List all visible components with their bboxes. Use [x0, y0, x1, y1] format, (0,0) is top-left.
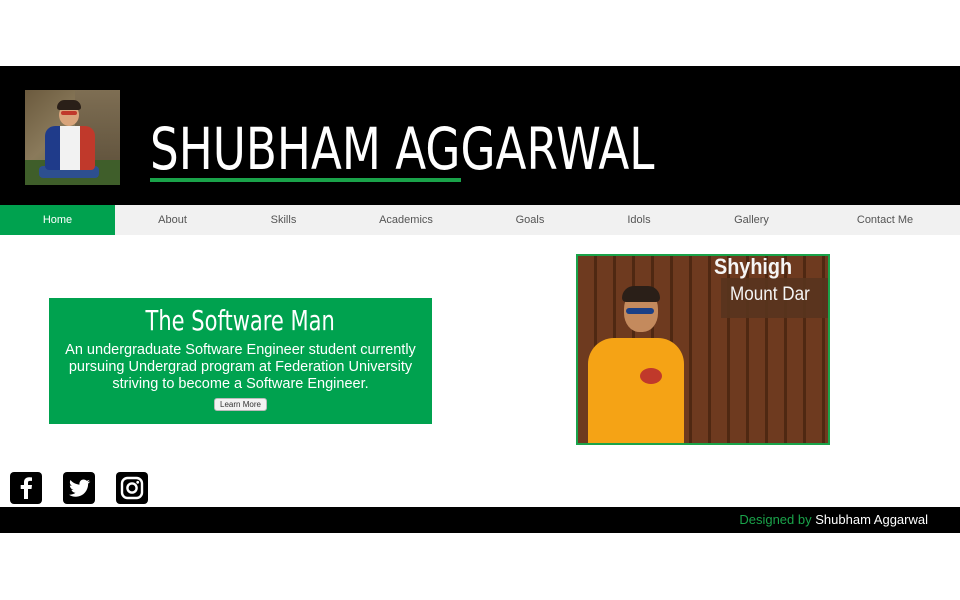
- photo-sign-text-top: Shyhigh: [714, 254, 793, 279]
- nav-item-academics[interactable]: Academics: [337, 205, 475, 235]
- avatar-person-sunglasses: [61, 111, 77, 115]
- nav-item-contact-me[interactable]: Contact Me: [810, 205, 960, 235]
- nav-item-home[interactable]: Home: [0, 205, 115, 235]
- profile-avatar: [25, 90, 120, 185]
- photo-shirt-logo: [640, 368, 662, 384]
- avatar-person-hair: [57, 100, 81, 110]
- facebook-icon[interactable]: [10, 472, 42, 504]
- photo-sign-text: Mount Dar: [730, 284, 810, 305]
- nav-item-skills[interactable]: Skills: [230, 205, 337, 235]
- footer-credit: Designed by Shubham Aggarwal: [739, 511, 928, 529]
- site-header: SHUBHAM AGGARWAL: [0, 66, 960, 205]
- footer-designed-by: Designed by: [739, 512, 812, 527]
- nav-item-idols[interactable]: Idols: [585, 205, 693, 235]
- nav-item-about[interactable]: About: [115, 205, 230, 235]
- hero-card: The Software Man An undergraduate Softwa…: [49, 298, 432, 424]
- title-underline: [150, 178, 461, 182]
- nav-item-goals[interactable]: Goals: [475, 205, 585, 235]
- hero-title: The Software Man: [145, 304, 336, 337]
- photo-person-sunglasses: [626, 308, 654, 314]
- social-links: [10, 472, 148, 504]
- site-footer: Designed by Shubham Aggarwal: [0, 507, 960, 533]
- avatar-person-jacket: [45, 126, 95, 170]
- site-title: SHUBHAM AGGARWAL: [150, 115, 655, 183]
- learn-more-button[interactable]: Learn More: [214, 398, 267, 411]
- instagram-icon[interactable]: [116, 472, 148, 504]
- profile-photo: Shyhigh Mount Dar: [576, 254, 830, 445]
- photo-person-shirt: [588, 338, 684, 443]
- nav-item-gallery[interactable]: Gallery: [693, 205, 810, 235]
- twitter-icon[interactable]: [63, 472, 95, 504]
- main-nav: Home About Skills Academics Goals Idols …: [0, 205, 960, 235]
- hero-description: An undergraduate Software Engineer stude…: [65, 342, 416, 392]
- photo-person-hair: [622, 286, 660, 302]
- footer-author: Shubham Aggarwal: [815, 512, 928, 527]
